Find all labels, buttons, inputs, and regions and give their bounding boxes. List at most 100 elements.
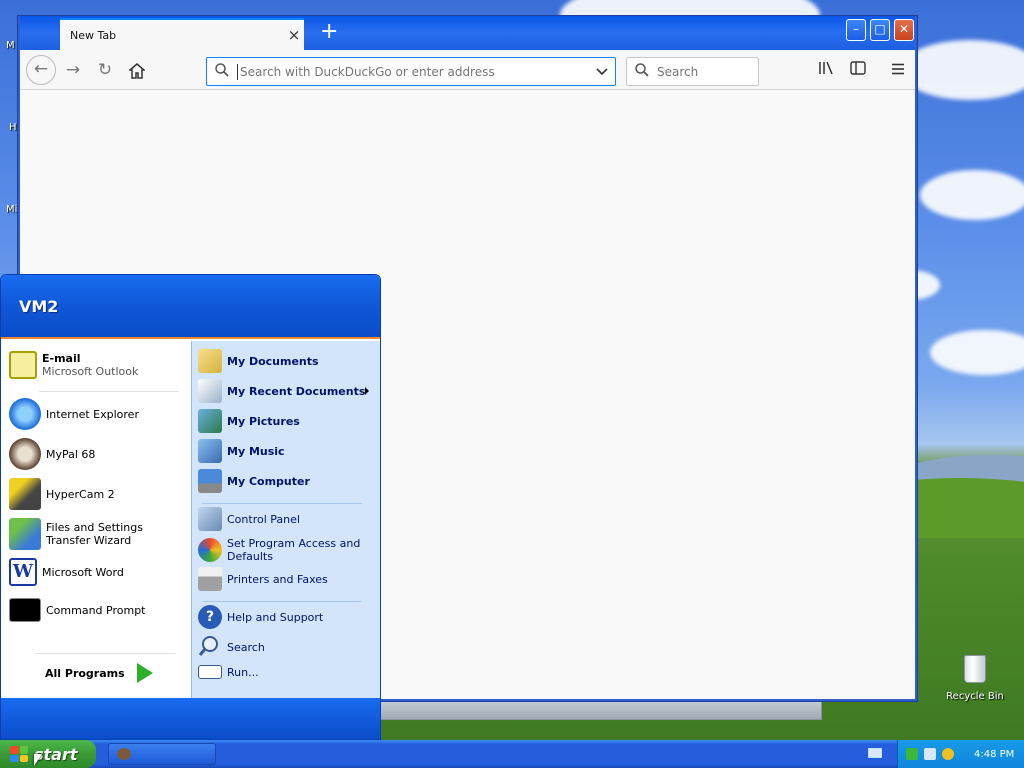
setting-program-access[interactable]: Set Program Access and Defaults [198,537,378,563]
program-label: Internet Explorer [46,407,139,421]
hamburger-icon [892,63,904,75]
tool-run[interactable]: Run... [198,665,378,679]
place-my-computer[interactable]: My Computer [198,469,378,493]
url-bar[interactable] [206,57,616,86]
chevron-down-icon[interactable] [589,64,615,80]
library-icon [819,61,833,75]
program-hypercam[interactable]: HyperCam 2 [9,478,187,510]
search-icon [635,62,657,81]
start-menu-places: My Documents My Recent Documents My Pict… [191,341,380,698]
program-access-icon [198,538,222,562]
tab-close-icon[interactable]: × [284,26,304,44]
start-menu-programs: E-mail Microsoft Outlook Internet Explor… [1,341,191,698]
place-my-music[interactable]: My Music [198,439,378,463]
maximize-button[interactable]: □ [870,19,890,41]
user-name: VM2 [19,296,59,316]
mouse-cursor [34,754,42,766]
arrow-right-icon: → [65,60,81,80]
help-icon: ? [198,605,222,629]
sidebar-button[interactable] [846,59,870,81]
recycle-bin-label: Recycle Bin [946,691,1004,702]
tool-search[interactable]: Search [198,635,378,659]
recycle-bin-icon[interactable]: Recycle Bin [940,655,1010,702]
taskbar-item-mypal[interactable] [108,743,216,765]
place-label: My Documents [227,354,319,368]
new-tab-button[interactable]: + [320,20,338,44]
tool-label: Search [227,640,265,654]
place-label: My Recent Documents [227,384,366,398]
program-label: MyPal 68 [46,447,96,461]
recent-documents-icon [198,379,222,403]
place-my-pictures[interactable]: My Pictures [198,409,378,433]
program-mypal[interactable]: MyPal 68 [9,438,187,470]
place-label: My Pictures [227,414,300,428]
reload-button[interactable]: ↻ [92,58,118,84]
setting-printers-faxes[interactable]: Printers and Faxes [198,567,378,591]
keyboard-icon[interactable] [868,748,882,758]
taskbar: start 4:48 PM [0,740,1024,768]
search-input[interactable] [657,64,752,79]
messenger-icon[interactable] [942,748,954,760]
forward-button[interactable]: → [60,58,86,84]
desktop-icon-label[interactable]: M [6,40,15,51]
program-command-prompt[interactable]: Command Prompt [9,598,187,622]
program-transfer-wizard[interactable]: Files and Settings Transfer Wizard [9,518,187,550]
setting-control-panel[interactable]: Control Panel [198,507,378,531]
search-icon [215,62,237,81]
run-icon [198,665,222,679]
place-my-documents[interactable]: My Documents [198,349,378,373]
back-button[interactable]: ← [26,55,56,85]
search-box[interactable] [626,57,759,86]
home-icon [127,63,147,79]
folder-icon [198,349,222,373]
shield-icon[interactable] [906,748,918,760]
close-button[interactable]: ✕ [894,19,914,41]
program-label: Command Prompt [46,603,146,617]
command-prompt-icon [9,598,41,622]
start-menu-header: VM2 [1,275,380,339]
url-input[interactable] [237,63,589,80]
desktop-icon-label[interactable]: H [9,122,17,133]
library-button[interactable] [814,59,838,81]
arrow-right-icon [136,663,153,683]
reload-icon: ↻ [97,60,113,80]
setting-label: Printers and Faxes [227,572,328,586]
browser-titlebar[interactable]: New Tab × + – □ ✕ [20,16,915,50]
tab-new-tab[interactable]: New Tab × [60,18,304,50]
program-subtitle: Microsoft Outlook [42,365,139,378]
outlook-icon [9,351,37,379]
desktop-icon-label[interactable]: Mi [6,204,17,215]
menu-button[interactable] [886,59,910,81]
pictures-folder-icon [198,409,222,433]
tool-help-support[interactable]: ? Help and Support [198,605,378,629]
trash-icon [964,655,986,683]
program-label: HyperCam 2 [46,487,115,501]
search-icon [198,635,222,659]
minimize-button[interactable]: – [846,19,866,41]
program-email[interactable]: E-mail Microsoft Outlook [9,351,187,379]
music-folder-icon [198,439,222,463]
mypal-icon [9,438,41,470]
separator [39,391,179,392]
start-menu: VM2 E-mail Microsoft Outlook Internet Ex… [0,274,381,740]
place-label: My Music [227,444,285,458]
program-word[interactable]: W Microsoft Word [9,558,187,586]
place-my-recent-documents[interactable]: My Recent Documents [198,379,378,403]
system-tray: 4:48 PM [897,740,1024,768]
all-programs-label: All Programs [45,666,125,680]
computer-icon [198,469,222,493]
separator [202,601,362,602]
sidebar-icon [850,61,866,75]
start-menu-footer [1,698,380,739]
network-icon[interactable] [924,748,936,760]
navigation-toolbar: ← → ↻ [20,50,915,90]
all-programs-button[interactable]: All Programs [45,663,153,683]
separator [35,653,175,654]
hypercam-icon [9,478,41,510]
program-title: E-mail [42,352,81,365]
program-internet-explorer[interactable]: Internet Explorer [9,398,187,430]
home-button[interactable] [124,58,150,84]
start-button[interactable]: start [0,740,96,768]
arrow-left-icon: ← [33,59,49,79]
clock[interactable]: 4:48 PM [974,749,1014,760]
